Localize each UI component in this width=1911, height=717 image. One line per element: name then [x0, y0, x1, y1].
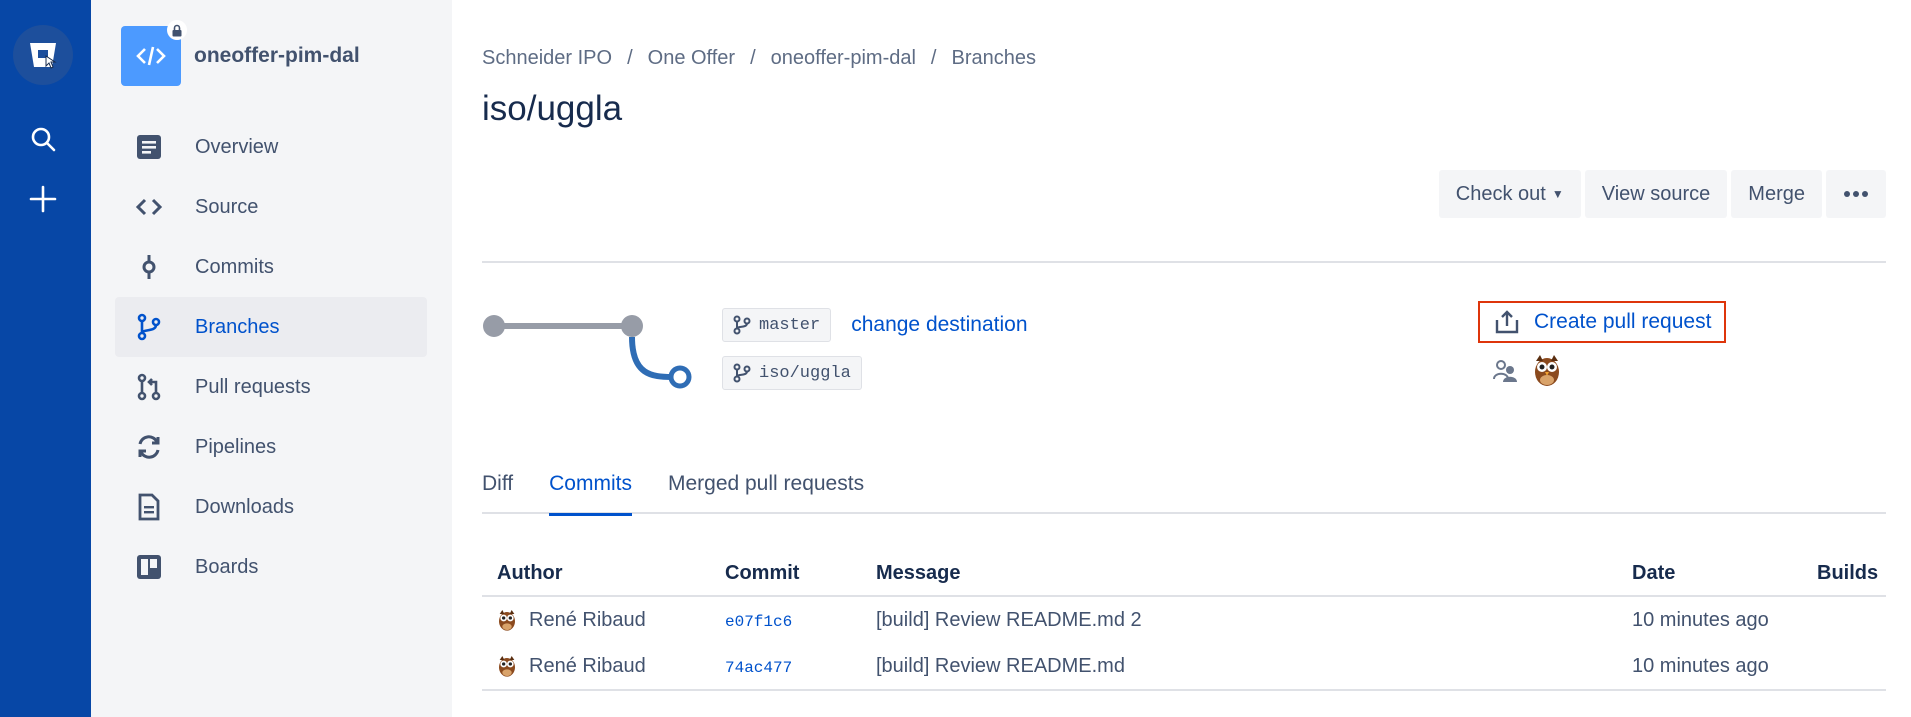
more-actions-button[interactable] [1826, 170, 1886, 218]
column-header-date: Date [1617, 552, 1802, 597]
repo-avatar[interactable] [121, 20, 187, 86]
sidebar-item-label: Pipelines [195, 435, 277, 458]
author-avatar[interactable] [497, 608, 517, 632]
caret-down-icon: ▼ [1551, 187, 1564, 201]
commit-cell: e07f1c6 [710, 596, 861, 643]
divider [482, 261, 1886, 263]
author-avatar[interactable] [497, 654, 517, 678]
author-name: René Ribaud [529, 608, 646, 631]
page-title: iso/uggla [482, 89, 623, 128]
reviewer-avatar[interactable] [1532, 353, 1562, 392]
message-cell: [build] Review README.md 2 [876, 608, 1142, 631]
sidebar-item-branches[interactable]: Branches [115, 297, 427, 357]
table-row: René Ribaud e07f1c6 [build] Review READM… [482, 596, 1886, 643]
date-cell: 10 minutes ago [1632, 608, 1769, 631]
checkout-button[interactable]: Check out ▼ [1438, 170, 1581, 218]
create-plus-icon[interactable] [25, 181, 61, 217]
create-pull-request-label: Create pull request [1534, 310, 1712, 333]
builds-cell [1802, 643, 1886, 691]
commit-icon [133, 251, 165, 283]
overview-icon [133, 131, 165, 163]
breadcrumb-separator: / [627, 47, 633, 69]
pipelines-icon [133, 431, 165, 463]
breadcrumb-item[interactable]: Branches [951, 47, 1036, 69]
sidebar-item-label: Branches [195, 315, 280, 338]
merge-button[interactable]: Merge [1731, 170, 1822, 218]
sidebar-item-source[interactable]: Source [115, 177, 427, 237]
author-name: René Ribaud [529, 654, 646, 677]
table-row: René Ribaud 74ac477 [build] Review READM… [482, 643, 1886, 691]
breadcrumb-item[interactable]: oneoffer-pim-dal [771, 47, 916, 69]
message-cell: [build] Review README.md [861, 643, 1617, 691]
date-cell: 10 minutes ago [1617, 643, 1802, 691]
boards-icon [133, 551, 165, 583]
tab-commits[interactable]: Commits [549, 472, 632, 516]
sidebar-item-label: Overview [195, 135, 279, 158]
commit-hash-link[interactable]: e07f1c6 [725, 613, 792, 631]
project-name[interactable]: oneoffer-pim-dal [194, 44, 360, 68]
sidebar-item-label: Pull requests [195, 375, 311, 398]
breadcrumb: Schneider IPO / One Offer / oneoffer-pim-dal… [482, 47, 1036, 70]
author-cell: René Ribaud [482, 596, 710, 643]
column-header-builds: Builds [1802, 552, 1886, 597]
branch-icon [133, 311, 165, 343]
checkout-label: Check out [1455, 182, 1546, 205]
sidebar-item-label: Downloads [195, 495, 294, 518]
project-sidebar: oneoffer-pim-dal Overview Source Commits… [91, 0, 452, 717]
commit-hash-link[interactable]: 74ac477 [725, 659, 792, 677]
branch-graph [483, 315, 692, 389]
sidebar-item-pipelines[interactable]: Pipelines [115, 417, 427, 477]
commit-cell: 74ac477 [710, 643, 861, 691]
project-header[interactable]: oneoffer-pim-dal [121, 20, 360, 86]
main-content: Schneider IPO / One Offer / oneoffer-pim-dal… [482, 0, 1886, 717]
branch-labels: master change destination iso/uggla [722, 308, 1028, 390]
breadcrumb-separator: / [930, 47, 937, 69]
column-header-message: Message [861, 552, 1617, 597]
code-icon [133, 191, 165, 223]
global-nav [0, 0, 91, 717]
change-destination-link[interactable]: change destination [851, 313, 1027, 337]
table-header-row: Author Commit Message Date Builds [482, 552, 1886, 597]
share-upload-icon [1494, 309, 1520, 335]
column-header-commit: Commit [710, 552, 861, 597]
column-header-author: Author [482, 552, 710, 597]
commits-table: Author Commit Message Date Builds René R… [482, 552, 1886, 691]
tab-merged-pull-requests[interactable]: Merged pull requests [668, 472, 864, 514]
builds-cell [1802, 596, 1886, 643]
author-cell: René Ribaud [482, 643, 710, 691]
reviewers [1492, 353, 1562, 392]
branch-icon [733, 363, 751, 383]
ellipsis-icon [1844, 191, 1868, 197]
sidebar-item-pull-requests[interactable]: Pull requests [115, 357, 427, 417]
sidebar-item-commits[interactable]: Commits [115, 237, 427, 297]
tab-diff[interactable]: Diff [482, 472, 513, 514]
search-icon[interactable] [25, 121, 61, 157]
sidebar-item-label: Boards [195, 555, 259, 578]
branch-actions: Check out ▼ View source Merge [1438, 170, 1886, 218]
destination-branch-name: master [759, 315, 821, 335]
source-branch-name: iso/uggla [759, 363, 851, 383]
view-source-button[interactable]: View source [1584, 170, 1728, 218]
breadcrumb-item[interactable]: One Offer [648, 47, 735, 69]
tab-bar: Diff Commits Merged pull requests [482, 472, 1886, 516]
sidebar-item-boards[interactable]: Boards [115, 537, 427, 597]
create-pull-request-button[interactable]: Create pull request [1478, 301, 1726, 343]
bitbucket-logo-icon[interactable] [13, 25, 73, 85]
code-icon [136, 46, 166, 66]
sidebar-item-label: Commits [195, 255, 274, 278]
source-branch-tag: iso/uggla [722, 356, 862, 390]
lock-icon [167, 20, 187, 40]
sidebar-nav: Overview Source Commits Branches Pull re… [115, 117, 427, 597]
pull-request-icon [133, 371, 165, 403]
breadcrumb-item[interactable]: Schneider IPO [482, 47, 612, 69]
sidebar-item-downloads[interactable]: Downloads [115, 477, 427, 537]
breadcrumb-separator: / [750, 47, 756, 69]
branch-icon [733, 315, 751, 335]
destination-branch-tag: master [722, 308, 832, 342]
add-reviewer-icon[interactable] [1492, 357, 1518, 388]
sidebar-item-label: Source [195, 195, 259, 218]
sidebar-item-overview[interactable]: Overview [115, 117, 427, 177]
downloads-icon [133, 491, 165, 523]
